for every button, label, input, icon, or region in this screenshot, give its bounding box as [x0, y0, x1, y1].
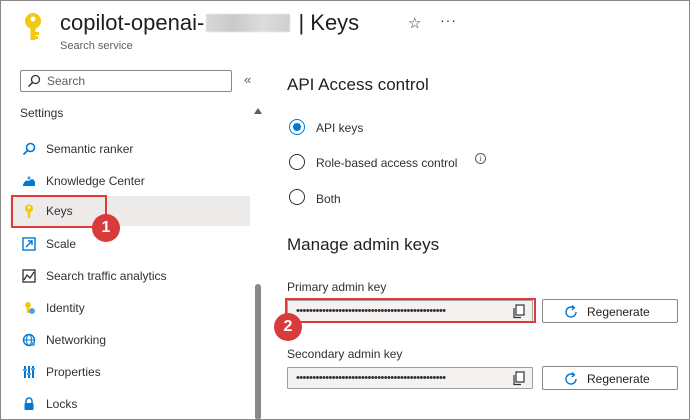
lock-icon: [24, 397, 34, 410]
sidebar-item-label: Networking: [46, 333, 107, 347]
sidebar-item-knowledge-center[interactable]: Knowledge Center: [10, 166, 250, 196]
scroll-up-arrow-icon[interactable]: [254, 108, 262, 114]
page-title-suffix: | Keys: [298, 10, 360, 35]
sidebar-item-properties[interactable]: Properties: [10, 357, 250, 387]
api-access-control-heading: API Access control: [287, 75, 429, 94]
manage-admin-keys-heading: Manage admin keys: [287, 235, 440, 254]
sidebar-search-input[interactable]: Search: [20, 70, 232, 92]
sidebar-item-search-traffic-analytics[interactable]: Search traffic analytics: [10, 261, 250, 291]
copy-icon[interactable]: [512, 371, 526, 386]
secondary-admin-key-label: Secondary admin key: [287, 347, 403, 361]
analytics-icon: [22, 269, 36, 283]
page-subtitle: Search service: [60, 40, 133, 52]
regenerate-button-label: Regenerate: [587, 305, 650, 319]
page-title-prefix: copilot-openai-: [60, 10, 205, 35]
sidebar-item-identity[interactable]: Identity: [10, 293, 250, 323]
refresh-icon: [565, 304, 577, 318]
page-title: copilot-openai- | Keys: [60, 10, 359, 36]
key-icon: [25, 13, 41, 40]
favorite-star-icon[interactable]: ☆: [408, 14, 421, 32]
sidebar-item-semantic-ranker[interactable]: Semantic ranker: [10, 134, 250, 164]
sidebar-item-label: Scale: [46, 237, 77, 251]
sidebar-item-label: Locks: [46, 397, 78, 411]
redacted-text: [206, 14, 291, 32]
sidebar-item-scale[interactable]: Scale: [10, 229, 250, 259]
primary-key-highlight-box: [285, 298, 536, 323]
radio-label-api-keys: API keys: [316, 121, 364, 135]
regenerate-primary-key-button[interactable]: Regenerate: [542, 299, 678, 323]
properties-icon: [23, 366, 35, 378]
radio-both[interactable]: [289, 189, 305, 205]
search-placeholder: Search: [47, 74, 86, 88]
networking-icon: [22, 333, 36, 347]
semantic-ranker-icon: [22, 142, 36, 156]
sidebar-scrollbar[interactable]: [255, 284, 261, 420]
sidebar-item-label: Identity: [46, 301, 85, 315]
info-icon[interactable]: i: [475, 153, 486, 164]
sidebar-item-label: Search traffic analytics: [46, 269, 167, 283]
sidebar-item-label: Semantic ranker: [46, 142, 134, 156]
radio-role-based-access-control[interactable]: [289, 154, 305, 170]
sidebar-item-label: Properties: [46, 365, 101, 379]
radio-api-keys[interactable]: [289, 119, 305, 135]
secondary-admin-key-value: ••••••••••••••••••••••••••••••••••••••••…: [296, 372, 446, 384]
collapse-sidebar-icon[interactable]: «: [244, 72, 251, 87]
knowledge-center-icon: [23, 176, 35, 186]
primary-admin-key-label: Primary admin key: [287, 280, 387, 294]
scale-icon: [22, 237, 36, 251]
regenerate-secondary-key-button[interactable]: Regenerate: [542, 366, 678, 390]
sidebar-item-label: Knowledge Center: [46, 174, 145, 188]
more-options-icon[interactable]: ···: [440, 12, 457, 28]
identity-icon: [25, 302, 35, 314]
sidebar-item-networking[interactable]: Networking: [10, 325, 250, 355]
callout-badge-2: 2: [274, 313, 302, 341]
section-label-settings: Settings: [20, 106, 64, 120]
regenerate-button-label: Regenerate: [587, 372, 650, 386]
sidebar-item-locks[interactable]: Locks: [10, 389, 250, 419]
radio-label-role-based-access-control: Role-based access control: [316, 156, 458, 170]
refresh-icon: [565, 371, 577, 385]
secondary-admin-key-field[interactable]: ••••••••••••••••••••••••••••••••••••••••…: [287, 367, 533, 389]
callout-badge-1: 1: [92, 214, 120, 242]
page-header: copilot-openai- | Keys Search service ☆ …: [0, 0, 690, 60]
search-icon: [27, 74, 41, 88]
radio-label-both: Both: [316, 192, 341, 206]
